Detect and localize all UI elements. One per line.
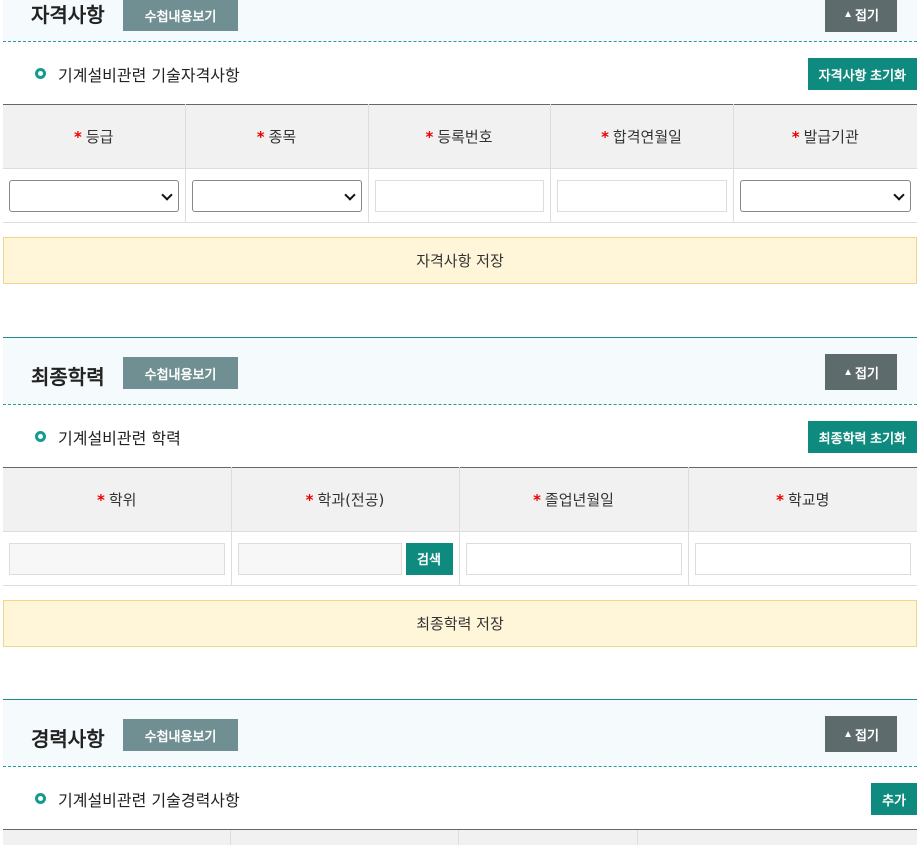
required-icon: *	[791, 128, 800, 146]
column-header-field: * 종목	[185, 104, 369, 169]
fold-button[interactable]: ▲ 접기	[825, 0, 897, 32]
section-career: 경력사항 수첩내용보기 ▲ 접기 기계설비관련 기술경력사항 추가	[3, 699, 917, 845]
required-icon: *	[533, 491, 541, 509]
table-header-row: * 학위 * 학과(전공) * 졸업년월일 * 학교명	[3, 467, 917, 532]
qualifications-table: * 등급 * 종목 * 등록번호 * 합격연월일 * 발급기관	[3, 104, 917, 223]
view-booklet-button[interactable]: 수첩내용보기	[123, 719, 238, 751]
major-search-button[interactable]: 검색	[405, 542, 453, 575]
section-title: 경력사항	[31, 727, 105, 751]
major-input[interactable]	[237, 542, 402, 575]
column-header-major: * 학과(전공)	[231, 467, 460, 532]
section-header: 최종학력 수첩내용보기 ▲ 접기	[3, 337, 917, 405]
fold-button-label: 접기	[854, 727, 879, 743]
save-education-button[interactable]: 최종학력 저장	[3, 600, 917, 647]
subsection-title: 기계설비관련 기술경력사항	[58, 791, 240, 810]
subsection-header: 기계설비관련 기술경력사항 추가	[3, 767, 917, 829]
triangle-up-icon: ▲	[843, 366, 853, 378]
reset-qualifications-button[interactable]: 자격사항 초기화	[807, 58, 917, 90]
column-header-issuer: * 발급기관	[733, 104, 917, 169]
section-title: 자격사항	[31, 3, 105, 27]
section-education: 최종학력 수첩내용보기 ▲ 접기 기계설비관련 학력 최종학력 초기화 * 학위 …	[3, 337, 917, 647]
education-table: * 학위 * 학과(전공) * 졸업년월일 * 학교명 검색	[3, 467, 917, 586]
save-qualifications-button[interactable]: 자격사항 저장	[3, 237, 917, 284]
required-icon: *	[425, 128, 434, 146]
triangle-up-icon: ▲	[843, 8, 853, 20]
column-header-graduation-date: * 졸업년월일	[459, 467, 689, 532]
required-icon: *	[305, 491, 314, 509]
column-header-pass-date: * 합격연월일	[550, 104, 734, 169]
required-icon: *	[601, 128, 609, 146]
subsection-header: 기계설비관련 학력 최종학력 초기화	[3, 405, 917, 467]
field-select[interactable]	[191, 179, 362, 212]
reset-education-button[interactable]: 최종학력 초기화	[807, 421, 917, 453]
required-icon: *	[97, 491, 105, 509]
table-row: 검색	[3, 531, 917, 586]
triangle-up-icon: ▲	[843, 728, 853, 740]
career-col-4	[638, 830, 917, 845]
required-icon: *	[776, 491, 784, 509]
table-row	[3, 168, 917, 223]
circle-bullet-icon	[35, 431, 46, 442]
career-col-3	[459, 830, 638, 845]
fold-button-label: 접기	[854, 365, 879, 381]
required-icon: *	[256, 128, 265, 146]
subsection-header: 기계설비관련 기술자격사항 자격사항 초기화	[3, 42, 917, 104]
fold-button[interactable]: ▲ 접기	[825, 716, 897, 752]
column-header-reg-number: * 등록번호	[368, 104, 551, 169]
reg-number-input[interactable]	[374, 179, 544, 212]
career-col-1	[3, 830, 231, 845]
section-title: 최종학력	[31, 365, 105, 389]
section-qualifications: 자격사항 수첩내용보기 ▲ 접기 기계설비관련 기술자격사항 자격사항 초기화 …	[3, 0, 917, 284]
subsection-title: 기계설비관련 학력	[58, 429, 181, 448]
required-icon: *	[74, 128, 82, 146]
fold-button-label: 접기	[854, 7, 879, 23]
section-header: 경력사항 수첩내용보기 ▲ 접기	[3, 699, 917, 767]
subsection-title: 기계설비관련 기술자격사항	[58, 66, 240, 85]
school-name-input[interactable]	[694, 542, 911, 575]
fold-button[interactable]: ▲ 접기	[825, 354, 897, 390]
circle-bullet-icon	[35, 793, 46, 804]
graduation-date-input[interactable]	[465, 542, 682, 575]
grade-select[interactable]	[9, 179, 179, 212]
column-header-school: * 학교명	[688, 467, 917, 532]
issuer-select[interactable]	[739, 179, 911, 212]
view-booklet-button[interactable]: 수첩내용보기	[123, 357, 238, 389]
column-header-grade: * 등급	[3, 104, 186, 169]
circle-bullet-icon	[35, 68, 46, 79]
column-header-degree: * 학위	[3, 467, 232, 532]
table-header-row: * 등급 * 종목 * 등록번호 * 합격연월일 * 발급기관	[3, 104, 917, 169]
add-career-button[interactable]: 추가	[871, 783, 917, 815]
career-col-2	[231, 830, 459, 845]
section-header: 자격사항 수첩내용보기 ▲ 접기	[3, 0, 917, 42]
view-booklet-button[interactable]: 수첩내용보기	[123, 0, 238, 31]
pass-date-input[interactable]	[556, 179, 727, 212]
degree-input[interactable]	[9, 542, 225, 575]
career-table-header	[3, 829, 917, 845]
